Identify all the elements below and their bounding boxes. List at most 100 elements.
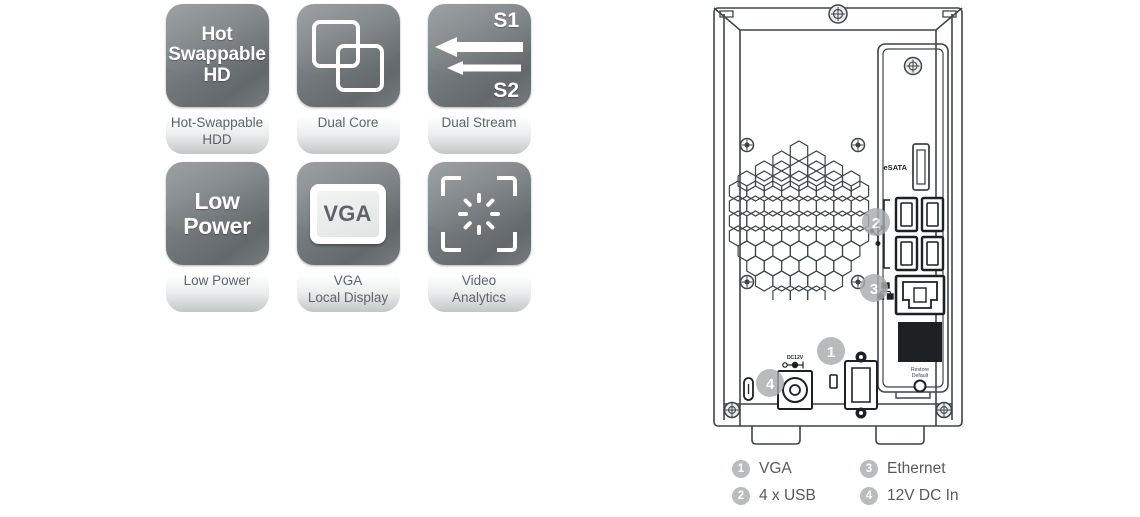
tile-text-line: Power xyxy=(183,212,251,239)
radial-dash xyxy=(462,219,473,230)
legend-label: 4 x USB xyxy=(759,487,816,504)
dc-in-jack xyxy=(777,370,813,410)
callout-badge-3: 3 xyxy=(860,274,888,302)
feature-label-line: VGA xyxy=(333,273,363,288)
dual-arrow-stream-icon: S1 S2 xyxy=(427,4,531,107)
square-front-shape xyxy=(336,43,384,92)
feature-hot-swappable-hdd[interactable]: Hot Swappable HD Hot-Swappable HDD xyxy=(152,4,282,162)
radial-dash xyxy=(458,211,468,216)
svg-text:1: 1 xyxy=(827,344,835,361)
feature-label-line: HDD xyxy=(202,132,232,148)
feature-tile: Low Power xyxy=(165,162,269,312)
chassis-feet xyxy=(751,426,925,445)
radial-dash xyxy=(477,224,481,235)
feature-label: Dual Stream xyxy=(414,114,544,131)
feature-tile: VGA xyxy=(296,162,400,312)
feature-label-line: Low Power xyxy=(183,273,251,288)
legend-label: Ethernet xyxy=(887,460,946,477)
arrow-left-thick-icon xyxy=(435,36,523,57)
legend-badge: 2 xyxy=(732,487,750,505)
screw-icon xyxy=(935,401,953,419)
feature-tile xyxy=(296,4,400,154)
overlapping-squares-icon xyxy=(296,4,400,107)
svg-text:3: 3 xyxy=(870,281,878,298)
radial-dash xyxy=(477,192,481,203)
label-block xyxy=(898,322,942,362)
radial-dash xyxy=(485,197,496,208)
bracket-top-right-shape xyxy=(497,175,517,196)
feature-icon-grid: Hot Swappable HD Hot-Swappable HDD Dual … xyxy=(152,4,552,324)
callout-badge-1: 1 xyxy=(817,337,845,365)
feature-low-power[interactable]: Low Power Low Power xyxy=(152,162,282,320)
feature-tile: Hot Swappable HD xyxy=(165,4,269,154)
monitor-bezel-shape: VGA xyxy=(309,183,386,244)
restore-default-label-line2: Default xyxy=(912,373,929,379)
feature-label: Dual Core xyxy=(283,114,413,131)
feature-label-line: Local Display xyxy=(307,290,389,306)
feature-label-line: Hot-Swappable xyxy=(170,115,264,130)
legend-item-ethernet: 3 Ethernet xyxy=(860,460,946,478)
hot-swappable-hd-text-icon: Hot Swappable HD xyxy=(165,4,269,107)
feature-label: Low Power xyxy=(152,272,282,289)
feature-label-line: Dual Stream xyxy=(441,115,517,130)
ethernet-port xyxy=(894,274,946,316)
radial-dash xyxy=(490,211,500,216)
legend-item-vga: 1 VGA xyxy=(732,460,792,478)
radial-dash xyxy=(462,197,473,208)
feature-tile: S1 S2 xyxy=(427,4,531,154)
radial-dash xyxy=(485,219,496,230)
legend-badge: 4 xyxy=(860,487,878,505)
legend-item-usb: 2 4 x USB xyxy=(732,487,816,505)
esata-port xyxy=(912,143,930,191)
feature-video-analytics[interactable]: Video Analytics xyxy=(414,162,544,320)
hexagonal-vent xyxy=(728,140,870,300)
feature-dual-core[interactable]: Dual Core xyxy=(283,4,413,162)
feature-vga-local-display[interactable]: VGA VGA Local Display xyxy=(283,162,413,320)
vga-side-screw-slot xyxy=(829,374,838,389)
feature-dual-stream[interactable]: S1 S2 Dual Stream xyxy=(414,4,544,162)
svg-text:2: 2 xyxy=(872,215,880,232)
feature-label: Video Analytics xyxy=(414,272,544,307)
legend-badge: 1 xyxy=(732,460,750,478)
bracket-bottom-right-shape xyxy=(497,231,517,252)
monitor-screen-shape: VGA xyxy=(316,190,379,237)
tile-text-line: Low xyxy=(194,188,240,215)
feature-label-line: Dual Core xyxy=(317,115,379,130)
tile-text-line: HD xyxy=(203,64,231,86)
low-power-text-icon: Low Power xyxy=(165,162,269,265)
monitor-vga-icon: VGA xyxy=(296,162,400,265)
stream-label-s2: S2 xyxy=(493,78,519,102)
legend-badge: 3 xyxy=(860,460,878,478)
dc-in-label: DC12V xyxy=(787,355,804,361)
restore-default-button xyxy=(913,379,927,393)
dc-polarity-icon xyxy=(782,361,804,369)
nvr-rear-panel-diagram: eSATA Restore Default DC12V 1 2 3 4 xyxy=(700,0,990,460)
tile-text-line: Hot xyxy=(201,24,233,46)
legend-label: 12V DC In xyxy=(887,487,959,504)
screw-icon xyxy=(739,137,755,153)
focus-brackets-icon xyxy=(427,162,531,265)
vga-screw-icon xyxy=(855,407,867,419)
screw-icon xyxy=(723,401,741,419)
top-thumbscrew-icon xyxy=(828,4,848,24)
callout-badge-2: 2 xyxy=(862,208,890,236)
callout-badge-4: 4 xyxy=(756,369,784,397)
legend-item-dc-in: 4 12V DC In xyxy=(860,487,959,505)
io-module-thumbscrew-icon xyxy=(903,56,923,76)
feature-label: VGA Local Display xyxy=(283,272,413,307)
arrow-left-thin-icon xyxy=(447,60,521,75)
kensington-lock-slot xyxy=(743,377,754,401)
feature-label-line: Analytics xyxy=(451,290,507,306)
stream-label-s1: S1 xyxy=(493,8,519,32)
tile-text-line: Swappable xyxy=(168,44,266,66)
esata-label: eSATA xyxy=(884,163,908,172)
svg-text:4: 4 xyxy=(766,376,775,393)
port-legend: 1 VGA 2 4 x USB 3 Ethernet 4 12V DC In xyxy=(732,458,992,514)
usb-bracket xyxy=(883,199,890,269)
screw-icon xyxy=(739,274,755,290)
feature-label-line: Video xyxy=(461,273,497,288)
screw-icon xyxy=(850,137,866,153)
feature-tile xyxy=(427,162,531,312)
feature-label: Hot-Swappable HDD xyxy=(152,114,282,149)
bracket-bottom-left-shape xyxy=(441,231,461,252)
